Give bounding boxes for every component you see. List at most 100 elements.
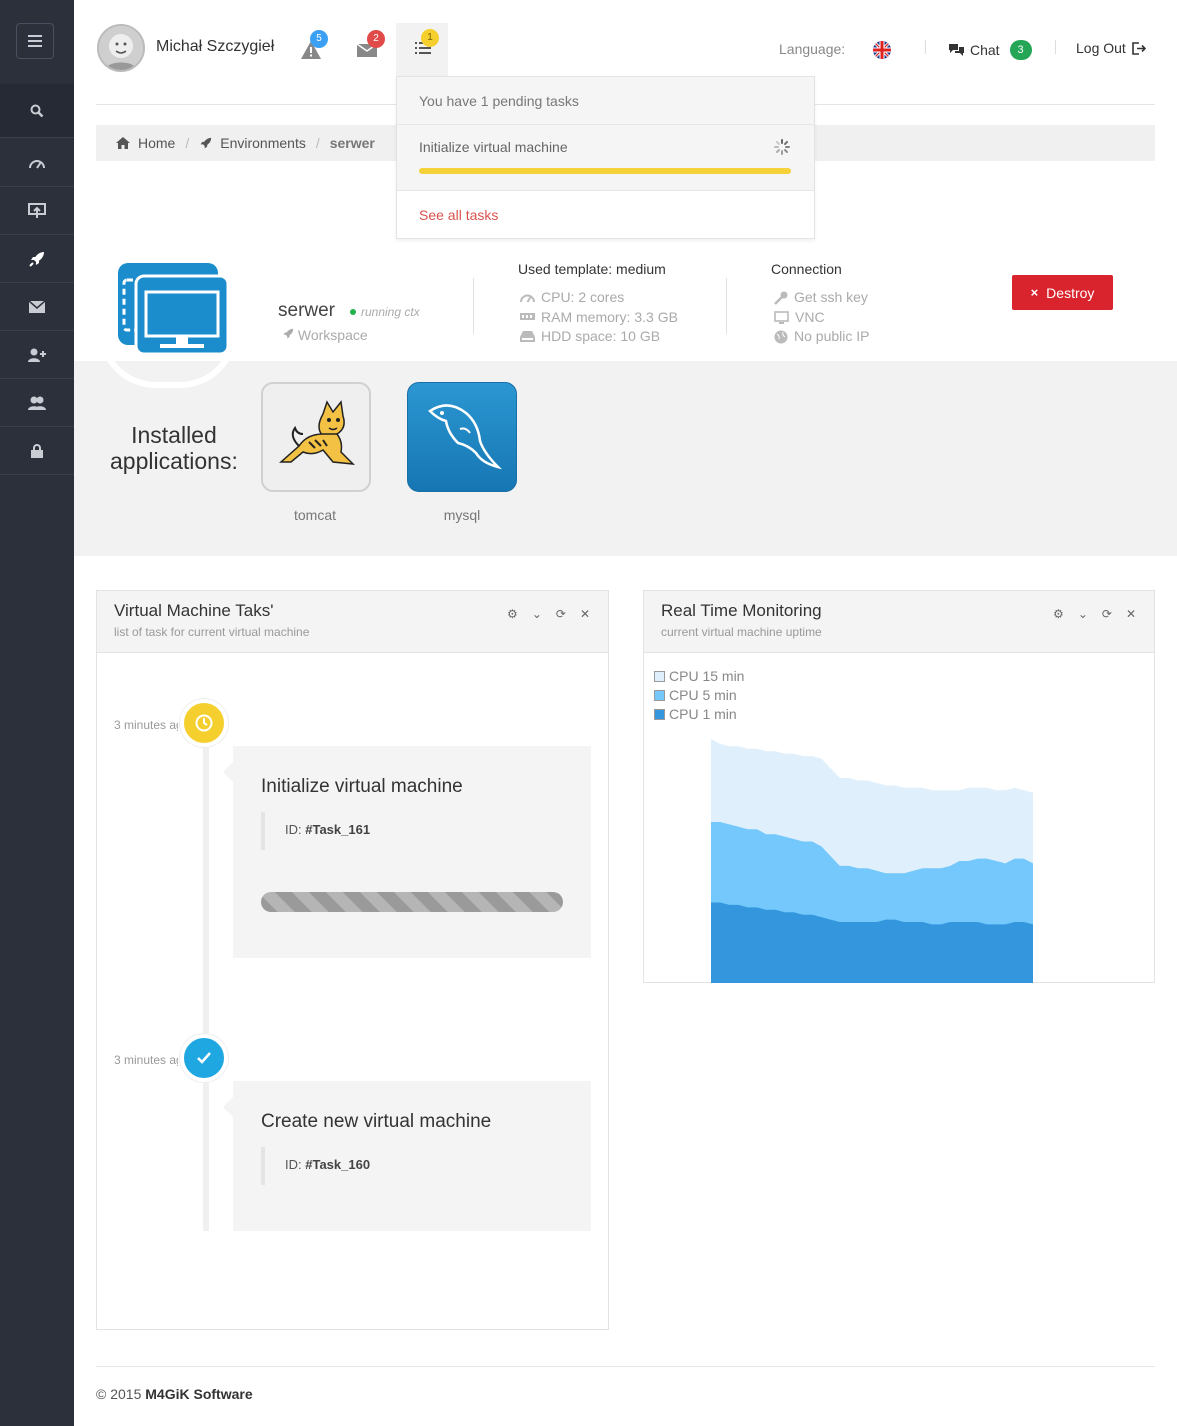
template-cpu: CPU: 2 cores bbox=[520, 288, 678, 308]
logout-button[interactable]: Log Out bbox=[1076, 40, 1146, 56]
panel-tools: ⚙ ⌄ ⟳ ✕ bbox=[507, 607, 590, 621]
timeline-time: 3 minutes ago bbox=[114, 718, 178, 732]
avatar[interactable] bbox=[97, 24, 145, 72]
alerts-button[interactable]: 5 bbox=[300, 30, 328, 60]
sidebar-item-mail[interactable] bbox=[0, 283, 74, 331]
sidebar-item-users[interactable] bbox=[0, 379, 74, 427]
user-name[interactable]: Michał Szczygieł bbox=[156, 38, 274, 56]
breadcrumb-home[interactable]: Home bbox=[138, 135, 175, 151]
legend-swatch bbox=[654, 709, 665, 720]
logout-label: Log Out bbox=[1076, 40, 1126, 56]
mysql-dolphin-icon bbox=[428, 404, 503, 470]
sidebar-search[interactable] bbox=[0, 84, 74, 138]
globe-icon bbox=[774, 330, 788, 344]
status-dot-icon bbox=[350, 309, 356, 315]
environment-status: running ctx bbox=[350, 305, 420, 319]
home-icon bbox=[116, 137, 130, 149]
sidebar bbox=[0, 0, 74, 1426]
app-label-mysql: mysql bbox=[443, 507, 481, 523]
installed-applications-title: Installed applications: bbox=[110, 422, 238, 474]
tomcat-icon bbox=[279, 400, 356, 465]
task-title: Initialize virtual machine bbox=[261, 776, 463, 797]
upload-icon bbox=[28, 202, 46, 218]
main-content: Michał Szczygieł 5 2 1 Language: Chat 3 … bbox=[74, 0, 1177, 1426]
connection-title: Connection bbox=[771, 261, 842, 277]
footer: © 2015 M4GiK Software bbox=[96, 1386, 253, 1402]
template-hdd: HDD space: 10 GB bbox=[520, 327, 678, 347]
chevron-down-icon[interactable]: ⌄ bbox=[1078, 607, 1088, 621]
messages-button[interactable]: 2 bbox=[356, 30, 385, 60]
rocket-icon bbox=[200, 137, 212, 148]
task-id: ID: #Task_161 bbox=[261, 812, 390, 850]
tasks-button[interactable]: 1 bbox=[396, 23, 448, 78]
uk-flag-icon bbox=[873, 41, 891, 59]
add-user-icon bbox=[28, 348, 46, 362]
sidebar-item-security[interactable] bbox=[0, 427, 74, 475]
lock-icon bbox=[31, 443, 43, 458]
task-title: Create new virtual machine bbox=[261, 1111, 492, 1132]
rocket-icon bbox=[29, 251, 44, 267]
legend-item[interactable]: CPU 15 min bbox=[654, 667, 744, 686]
timeline-card: Create new virtual machine ID: #Task_160 bbox=[223, 1081, 591, 1231]
workspace-label: Workspace bbox=[297, 327, 368, 343]
legend-item[interactable]: CPU 1 min bbox=[654, 705, 744, 724]
environment-workspace: Workspace bbox=[282, 327, 368, 343]
sidebar-item-environments[interactable] bbox=[0, 235, 74, 283]
chevron-down-icon[interactable]: ⌄ bbox=[532, 607, 542, 621]
envelope-icon bbox=[29, 300, 45, 313]
app-tile-mysql[interactable] bbox=[407, 382, 517, 492]
legend-label: CPU 5 min bbox=[669, 687, 737, 703]
info-divider bbox=[473, 278, 474, 334]
connection-vnc[interactable]: VNC bbox=[774, 308, 869, 328]
refresh-icon[interactable]: ⟳ bbox=[1102, 607, 1112, 621]
refresh-icon[interactable]: ⟳ bbox=[556, 607, 566, 621]
breadcrumb-separator: / bbox=[315, 135, 320, 151]
alerts-badge: 5 bbox=[310, 30, 328, 48]
task-name: Initialize virtual machine bbox=[419, 139, 568, 155]
sidebar-item-add-user[interactable] bbox=[0, 331, 74, 379]
legend-label: CPU 1 min bbox=[669, 706, 737, 722]
checkmark-icon bbox=[197, 1052, 211, 1064]
chart-legend: CPU 15 min CPU 5 min CPU 1 min bbox=[654, 667, 744, 724]
menu-toggle-button[interactable] bbox=[16, 23, 54, 59]
legend-item[interactable]: CPU 5 min bbox=[654, 686, 744, 705]
vm-tasks-panel: Virtual Machine Taks' list of task for c… bbox=[96, 590, 609, 1330]
messages-badge: 2 bbox=[367, 30, 385, 48]
monitoring-panel: Real Time Monitoring current virtual mac… bbox=[643, 590, 1155, 983]
connection-ssh[interactable]: Get ssh key bbox=[774, 288, 869, 308]
timeline-card: Initialize virtual machine ID: #Task_161 bbox=[223, 746, 591, 958]
key-icon bbox=[774, 291, 788, 305]
close-icon[interactable]: ✕ bbox=[580, 607, 590, 621]
destroy-label: Destroy bbox=[1046, 284, 1095, 301]
environment-name: serwer bbox=[278, 300, 336, 321]
environment-status-text: running ctx bbox=[361, 305, 420, 319]
gauge-icon bbox=[520, 294, 535, 303]
connection-details: Get ssh key VNC No public IP bbox=[774, 288, 869, 347]
see-all-tasks-link[interactable]: See all tasks bbox=[397, 191, 814, 239]
legend-label: CPU 15 min bbox=[669, 668, 745, 684]
hdd-icon bbox=[520, 331, 535, 343]
chat-label: Chat bbox=[970, 42, 1000, 58]
gear-icon[interactable]: ⚙ bbox=[1053, 607, 1064, 621]
app-label-tomcat: tomcat bbox=[293, 507, 336, 523]
sidebar-item-dashboard[interactable] bbox=[0, 139, 74, 187]
info-divider bbox=[726, 278, 727, 334]
gear-icon[interactable]: ⚙ bbox=[507, 607, 518, 621]
timeline-line bbox=[203, 716, 209, 1231]
chat-button[interactable]: Chat 3 bbox=[949, 40, 1032, 60]
language-label: Language: bbox=[779, 41, 846, 57]
sidebar-item-upload[interactable] bbox=[0, 187, 74, 235]
app-tile-tomcat[interactable] bbox=[261, 382, 371, 492]
tasks-dropdown-item[interactable]: Initialize virtual machine bbox=[397, 125, 814, 191]
destroy-button[interactable]: × Destroy bbox=[1012, 275, 1113, 310]
breadcrumb-environments[interactable]: Environments bbox=[220, 135, 306, 151]
close-icon[interactable]: ✕ bbox=[1126, 607, 1136, 621]
monitoring-panel-header: Real Time Monitoring current virtual mac… bbox=[644, 591, 1154, 653]
user-photo bbox=[99, 26, 143, 70]
header-divider bbox=[925, 40, 926, 54]
language-flag-uk[interactable] bbox=[873, 41, 891, 59]
company-name: M4GiK Software bbox=[145, 1386, 253, 1402]
panel-tools: ⚙ ⌄ ⟳ ✕ bbox=[1053, 607, 1136, 621]
vm-tasks-panel-header: Virtual Machine Taks' list of task for c… bbox=[97, 591, 608, 653]
installed-applications-section bbox=[74, 361, 1177, 556]
